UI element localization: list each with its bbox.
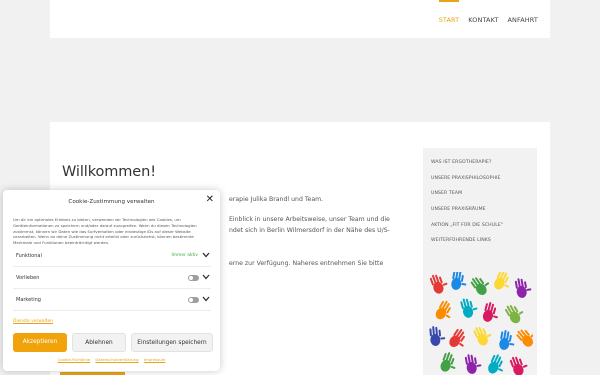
- intro-text-line-2: Einblick in unsere Arbeitsweise, unser T…: [229, 216, 390, 223]
- intro-text-line-1: erapie Julika Brandl und Team.: [229, 196, 324, 203]
- privacy-policy-link[interactable]: Datenschutzerklärung: [95, 357, 138, 362]
- sidebar: WAS IST ERGOTHERAPIE? UNSERE PRAXISPHILO…: [423, 148, 537, 375]
- manage-services-link[interactable]: Dienste verwalten: [13, 319, 53, 324]
- sidebar-item-team[interactable]: UNSER TEAM: [431, 186, 537, 202]
- header-bar: START KONTAKT ANFAHRT: [50, 0, 550, 38]
- always-active-label: Immer aktiv: [171, 253, 198, 258]
- chevron-down-icon[interactable]: [202, 252, 210, 258]
- cookie-dialog-title: Cookie-Zustimmung verwalten: [68, 199, 155, 205]
- sidebar-item-praxisphilosophie[interactable]: UNSERE PRAXISPHILOSOPHIE: [431, 171, 537, 187]
- nav-start[interactable]: START: [438, 0, 460, 24]
- cookie-footer-links: Cookie-Richtlinie Datenschutzerklärung I…: [3, 357, 220, 362]
- accept-button[interactable]: Akzeptieren: [13, 333, 67, 352]
- nav-kontakt[interactable]: KONTAKT: [468, 16, 498, 24]
- cookie-consent-dialog: Cookie-Zustimmung verwalten ✕ Um dir ein…: [3, 190, 220, 371]
- page-title: Willkommen!: [62, 164, 156, 180]
- sidebar-item-links[interactable]: WEITERFÜHRENDE LINKS: [431, 233, 537, 249]
- chevron-down-icon[interactable]: [202, 274, 210, 280]
- marketing-toggle[interactable]: [188, 297, 199, 303]
- sidebar-nav: WAS IST ERGOTHERAPIE? UNSERE PRAXISPHILO…: [423, 148, 537, 249]
- sidebar-item-praxisraeume[interactable]: UNSERE PRAXISRÄUME: [431, 202, 537, 218]
- nav-anfahrt[interactable]: ANFAHRT: [508, 16, 539, 24]
- preferences-toggle[interactable]: [188, 275, 199, 281]
- top-nav: START KONTAKT ANFAHRT: [438, 0, 539, 24]
- cookie-category-marketing[interactable]: Marketing: [13, 291, 211, 311]
- intro-text-line-4: erne zur Verfügung. Naheres entnehmen Si…: [229, 260, 384, 267]
- chevron-down-icon[interactable]: [202, 296, 210, 302]
- deny-button[interactable]: Ablehnen: [72, 333, 126, 352]
- sidebar-item-ergotherapie[interactable]: WAS IST ERGOTHERAPIE?: [431, 155, 537, 171]
- cookie-description: Um dir ein optimales Erlebnis zu bieten,…: [13, 217, 197, 246]
- cookie-category-label: Funktional: [16, 253, 42, 259]
- cookie-category-preferences[interactable]: Vorlieben: [13, 269, 211, 289]
- cookie-policy-link[interactable]: Cookie-Richtlinie: [58, 357, 91, 362]
- cookie-category-label: Vorlieben: [16, 275, 40, 281]
- handprints-image: [429, 272, 533, 375]
- cookie-category-functional[interactable]: Funktional Immer aktiv: [13, 247, 211, 267]
- intro-text-line-3: ndet sich in Berlin Wilmersdorf in der N…: [229, 227, 390, 234]
- save-settings-button[interactable]: Einstellungen speichern: [131, 333, 213, 352]
- cookie-category-label: Marketing: [16, 297, 41, 303]
- imprint-link[interactable]: Impressum: [144, 357, 166, 362]
- sidebar-item-fit-fuer-die-schule[interactable]: AKTION „FIT FÜR DIE SCHULE“: [431, 218, 537, 234]
- close-icon[interactable]: ✕: [206, 195, 214, 205]
